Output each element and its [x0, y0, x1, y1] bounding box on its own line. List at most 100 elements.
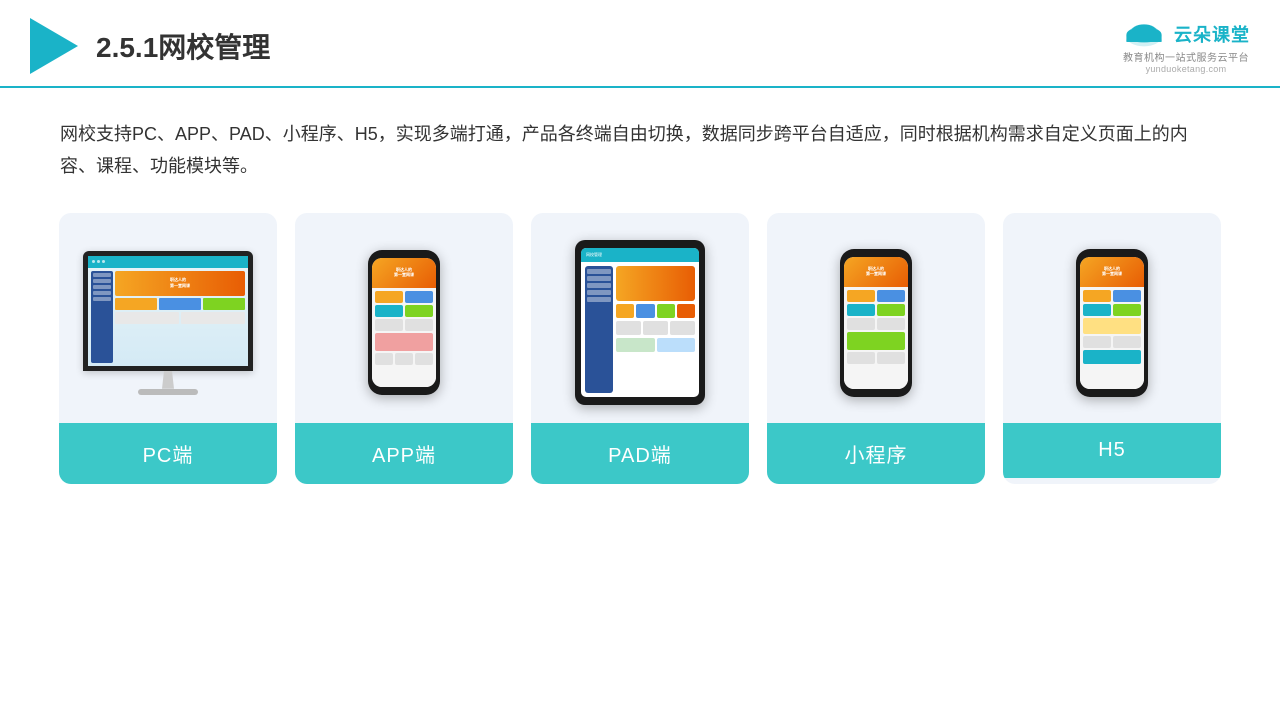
miniprogram-screen-body: [844, 287, 908, 389]
mp-item1: [847, 290, 875, 302]
banner-text: 职达人的第一堂网课: [170, 277, 190, 289]
logo-triangle-icon: [30, 18, 78, 74]
h5-item2: [1113, 290, 1141, 302]
dot1: [92, 260, 95, 263]
dot2: [97, 260, 100, 263]
app-card: 职达人的第一堂网课: [295, 213, 513, 484]
mp-item3: [847, 304, 875, 316]
app-phone-outer: 职达人的第一堂网课: [368, 250, 440, 395]
tablet-sidebar: [585, 266, 613, 393]
app-row5: [375, 353, 433, 365]
tablet-main: [616, 266, 695, 393]
sidebar-s4: [93, 291, 111, 295]
tc9: [657, 338, 696, 352]
tc2: [636, 304, 654, 318]
tablet-topbar: 网校管理: [581, 248, 699, 262]
mp-item7: [847, 332, 905, 350]
tc7: [670, 321, 695, 335]
h5-image-area: 职达人的第一堂网课: [1003, 213, 1221, 423]
app-banner-text: 职达人的第一堂网课: [394, 268, 414, 278]
screen-main: 职达人的第一堂网课: [115, 271, 245, 363]
mp-row2: [847, 304, 905, 316]
miniprogram-notch: [865, 249, 887, 255]
miniprogram-card: 职达人的第一堂网课: [767, 213, 985, 484]
sidebar-s2: [93, 279, 111, 283]
mp-item6: [877, 318, 905, 330]
app-phone-illustration: 职达人的第一堂网课: [368, 250, 440, 395]
h5-item1: [1083, 290, 1111, 302]
h5-screen: 职达人的第一堂网课: [1080, 257, 1144, 389]
miniprogram-screen-top: 职达人的第一堂网课: [844, 257, 908, 287]
app-label: APP端: [295, 423, 513, 484]
app-item9: [395, 353, 413, 365]
mini-card3: [203, 298, 245, 310]
mp-row5: [847, 352, 905, 364]
h5-item4: [1113, 304, 1141, 316]
tablet-screen: 网校管理: [581, 248, 699, 397]
screen-topbar: [88, 256, 248, 268]
miniprogram-screen: 职达人的第一堂网课: [844, 257, 908, 389]
h5-phone-illustration: 职达人的第一堂网课: [1076, 249, 1148, 397]
content-area: 网校支持PC、APP、PAD、小程序、H5，实现多端打通，产品各终端自由切换，数…: [0, 88, 1280, 504]
app-item4: [405, 305, 433, 317]
ts5: [587, 297, 611, 302]
miniprogram-phone-outer: 职达人的第一堂网课: [840, 249, 912, 397]
mini-card4: [115, 312, 179, 324]
h5-item6: [1083, 336, 1111, 348]
pad-card: 网校管理: [531, 213, 749, 484]
tablet-outer: 网校管理: [575, 240, 705, 405]
header-left: 2.5.1网校管理: [30, 18, 270, 74]
sidebar-s3: [93, 285, 111, 289]
app-row1: [375, 291, 433, 303]
screen-body: 职达人的第一堂网课: [88, 268, 248, 366]
sidebar-s5: [93, 297, 111, 301]
tablet-topbar-text: 网校管理: [586, 252, 602, 258]
app-item2: [405, 291, 433, 303]
h5-banner-text: 职达人的第一堂网课: [1102, 267, 1122, 277]
app-item6: [405, 319, 433, 331]
tc1: [616, 304, 634, 318]
dot3: [102, 260, 105, 263]
app-row4: [375, 333, 433, 351]
h5-item8: [1083, 350, 1141, 364]
h5-phone-outer: 职达人的第一堂网课: [1076, 249, 1148, 397]
brand-tagline: 教育机构一站式服务云平台: [1123, 49, 1249, 64]
miniprogram-image-area: 职达人的第一堂网课: [767, 213, 985, 423]
mini-card1: [115, 298, 157, 310]
pc-image-area: 职达人的第一堂网课: [59, 213, 277, 423]
h5-notch: [1101, 249, 1123, 255]
app-phone-screen: 职达人的第一堂网课: [372, 258, 436, 387]
monitor-screen: 职达人的第一堂网课: [88, 256, 248, 366]
app-row3: [375, 319, 433, 331]
monitor-base: [138, 389, 198, 395]
h5-label: H5: [1003, 423, 1221, 478]
mini-card5: [181, 312, 245, 324]
screen-sidebar: [91, 271, 113, 363]
screen-banner: 职达人的第一堂网课: [115, 271, 245, 296]
tablet-cards1: [616, 304, 695, 318]
page-title: 2.5.1网校管理: [96, 26, 270, 66]
ts2: [587, 276, 611, 281]
mp-item8: [847, 352, 875, 364]
tablet-cards3: [616, 338, 695, 352]
mini-card2: [159, 298, 201, 310]
tablet-cards2: [616, 321, 695, 335]
h5-item7: [1113, 336, 1141, 348]
h5-item3: [1083, 304, 1111, 316]
pc-label: PC端: [59, 423, 277, 484]
header-right: 云朵课堂 教育机构一站式服务云平台 yunduoketang.com: [1122, 19, 1250, 74]
h5-screen-top: 职达人的第一堂网课: [1080, 257, 1144, 287]
h5-row4: [1083, 336, 1141, 348]
pad-image-area: 网校管理: [531, 213, 749, 423]
ts4: [587, 290, 611, 295]
description-text: 网校支持PC、APP、PAD、小程序、H5，实现多端打通，产品各终端自由切换，数…: [60, 118, 1220, 183]
miniprogram-phone-illustration: 职达人的第一堂网课: [840, 249, 912, 397]
screen-mini-cards: [115, 298, 245, 310]
tc5: [616, 321, 641, 335]
app-row2: [375, 305, 433, 317]
h5-row2: [1083, 304, 1141, 316]
app-item8: [375, 353, 393, 365]
tablet-body: [581, 262, 699, 397]
mp-row1: [847, 290, 905, 302]
monitor-outer: 职达人的第一堂网课: [83, 251, 253, 371]
